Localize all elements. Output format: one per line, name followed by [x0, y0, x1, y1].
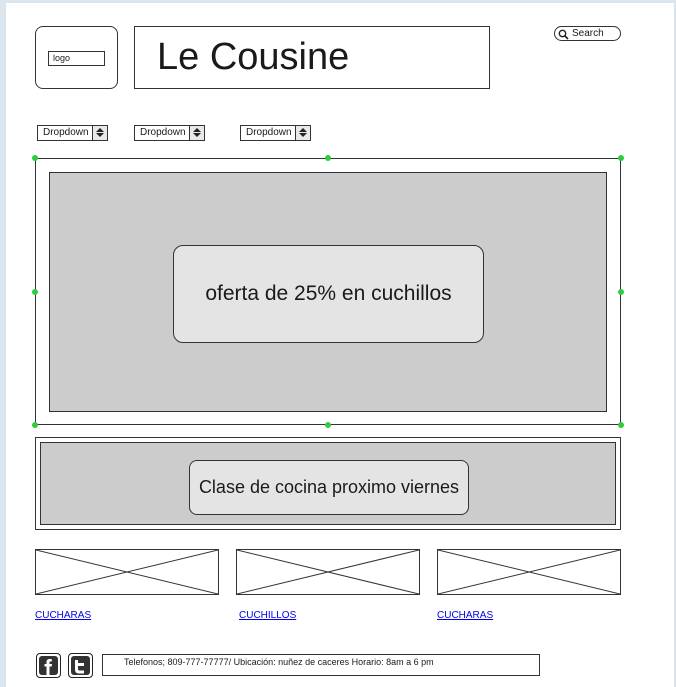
wireframe-canvas: logo Le Cousine Search Dropdown Dropdown [6, 3, 674, 687]
up-down-arrows-icon [193, 128, 201, 137]
dropdown-stepper[interactable] [189, 126, 204, 140]
class-promo-callout[interactable]: Clase de cocina proximo viernes [189, 460, 469, 515]
selection-handle[interactable] [325, 155, 331, 161]
selection-handle[interactable] [618, 422, 624, 428]
selection-handle[interactable] [32, 155, 38, 161]
up-down-arrows-icon [96, 128, 104, 137]
dropdown-stepper[interactable] [295, 126, 310, 140]
search-placeholder: Search [572, 28, 604, 39]
logo-label: logo [48, 51, 105, 66]
image-placeholder-icon [36, 550, 218, 594]
footer-info: Telefonos; 809-777-77777/ Ubicación: nuñ… [102, 654, 540, 676]
offer-callout[interactable]: oferta de 25% en cuchillos [173, 245, 484, 343]
dropdown-label: Dropdown [140, 127, 186, 138]
selection-handle[interactable] [325, 422, 331, 428]
dropdown-2[interactable]: Dropdown [134, 125, 205, 141]
product-link-cucharas[interactable]: CUCHARAS [35, 610, 91, 621]
dropdown-label: Dropdown [246, 127, 292, 138]
facebook-icon [39, 656, 58, 675]
class-promo-container: Clase de cocina proximo viernes [35, 437, 621, 530]
class-promo-placeholder: Clase de cocina proximo viernes [40, 442, 616, 525]
dropdown-stepper[interactable] [92, 126, 107, 140]
selection-handle[interactable] [618, 289, 624, 295]
twitter-button[interactable] [68, 653, 93, 678]
banner-image-placeholder: oferta de 25% en cuchillos [49, 172, 607, 412]
search-icon [558, 29, 569, 40]
product-image-placeholder[interactable] [35, 549, 219, 595]
dropdown-3[interactable]: Dropdown [240, 125, 311, 141]
image-placeholder-icon [237, 550, 419, 594]
product-image-placeholder[interactable] [437, 549, 621, 595]
site-title: Le Cousine [157, 36, 350, 78]
selection-handle[interactable] [618, 155, 624, 161]
product-image-placeholder[interactable] [236, 549, 420, 595]
up-down-arrows-icon [299, 128, 307, 137]
banner-container[interactable]: oferta de 25% en cuchillos [32, 155, 624, 428]
selection-handle[interactable] [32, 422, 38, 428]
dropdown-1[interactable]: Dropdown [37, 125, 108, 141]
logo-container[interactable]: logo [35, 26, 118, 89]
facebook-button[interactable] [36, 653, 61, 678]
title-container: Le Cousine [134, 26, 490, 89]
product-link-cucharas-2[interactable]: CUCHARAS [437, 610, 493, 621]
image-placeholder-icon [438, 550, 620, 594]
twitter-icon [71, 656, 90, 675]
product-link-cuchillos[interactable]: CUCHILLOS [239, 610, 296, 621]
selection-handle[interactable] [32, 289, 38, 295]
search-input[interactable]: Search [554, 26, 621, 41]
dropdown-label: Dropdown [43, 127, 89, 138]
